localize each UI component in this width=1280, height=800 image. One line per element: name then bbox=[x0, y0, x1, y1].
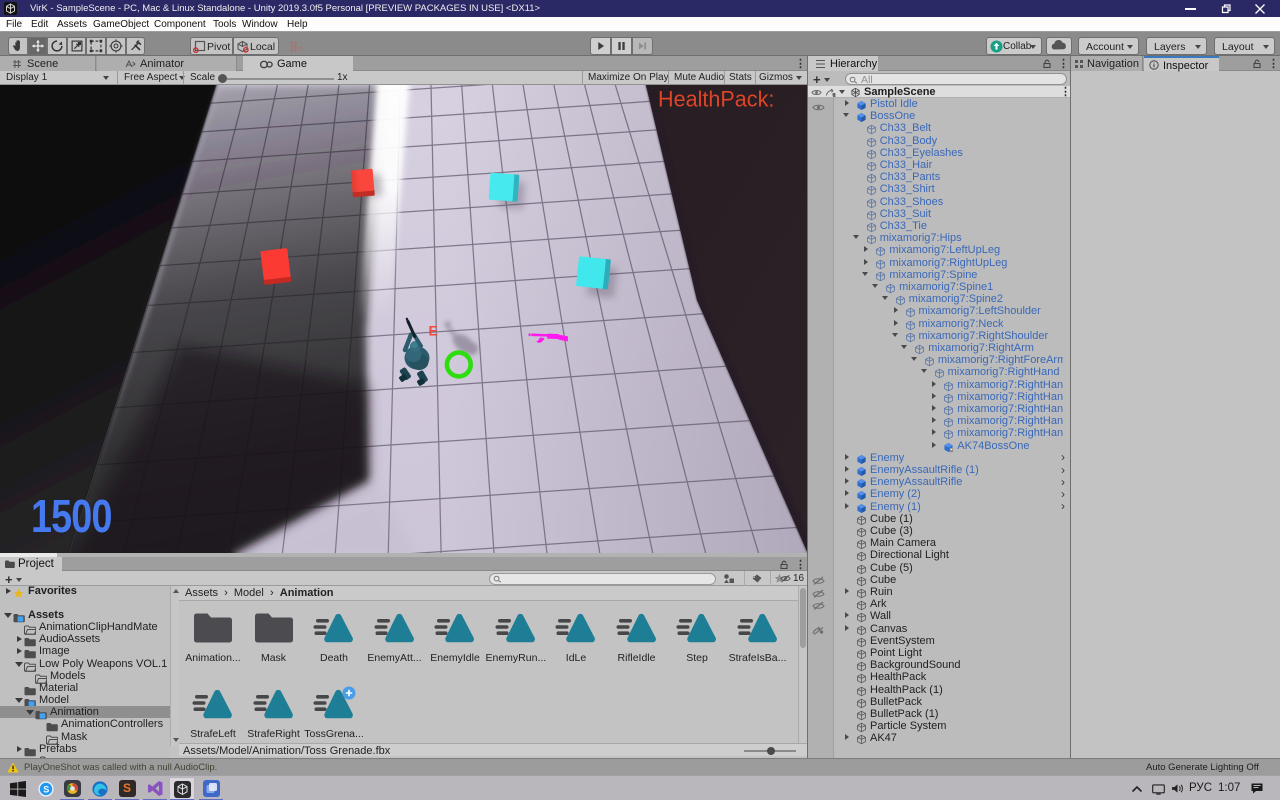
svg-text:HealthPack:: HealthPack: bbox=[658, 86, 774, 112]
svg-text:E: E bbox=[429, 323, 438, 339]
svg-text:S: S bbox=[43, 784, 49, 794]
svg-text:1500: 1500 bbox=[31, 490, 112, 541]
